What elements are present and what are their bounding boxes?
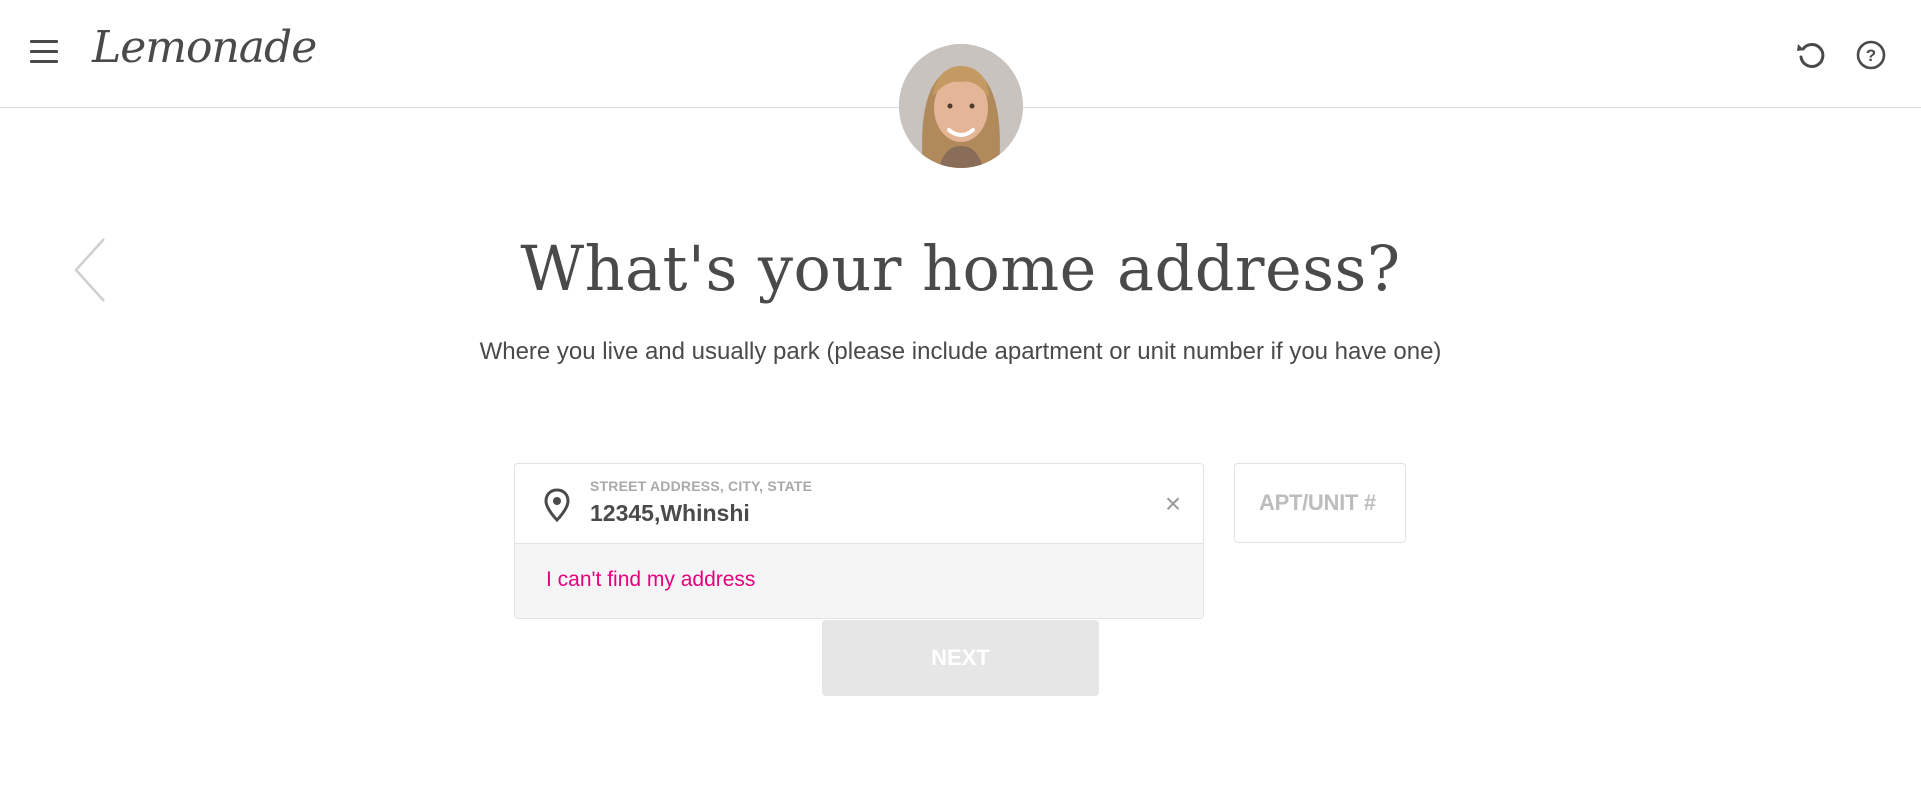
- address-autocomplete: STREET ADDRESS, CITY, STATE 12345,Whinsh…: [514, 463, 1204, 619]
- street-address-input[interactable]: STREET ADDRESS, CITY, STATE 12345,Whinsh…: [515, 464, 1203, 544]
- cant-find-address-link[interactable]: I can't find my address: [546, 568, 755, 592]
- svg-text:?: ?: [1866, 46, 1876, 65]
- apt-unit-placeholder: APT/UNIT #: [1259, 490, 1376, 515]
- help-icon[interactable]: ?: [1854, 38, 1888, 72]
- apt-unit-input[interactable]: APT/UNIT #: [1234, 463, 1406, 543]
- hamburger-menu-icon[interactable]: [30, 40, 64, 68]
- clear-icon[interactable]: ×: [1159, 490, 1187, 518]
- next-button[interactable]: NEXT: [822, 620, 1099, 696]
- lemonade-logo[interactable]: Lemonade: [92, 22, 317, 73]
- street-address-label: STREET ADDRESS, CITY, STATE: [590, 478, 813, 494]
- street-address-value[interactable]: 12345,Whinshi: [590, 500, 750, 527]
- agent-avatar: [899, 44, 1023, 168]
- question-subtitle: Where you live and usually park (please …: [479, 338, 1442, 365]
- location-pin-icon: [543, 488, 571, 523]
- suggestion-list: I can't find my address: [515, 544, 1203, 618]
- restart-icon[interactable]: [1794, 38, 1828, 72]
- question-title: What's your home address?: [520, 232, 1401, 305]
